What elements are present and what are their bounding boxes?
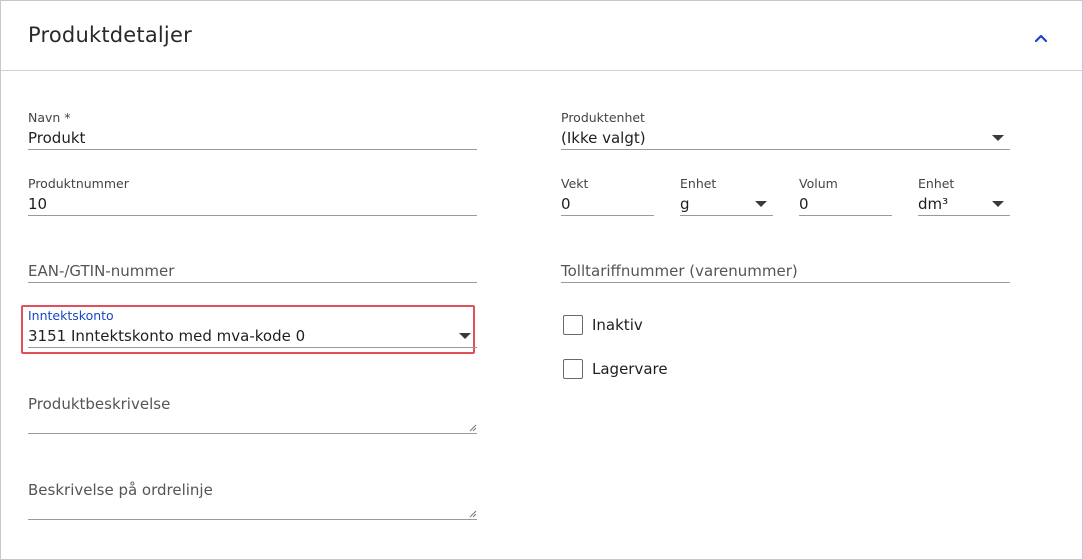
ordrelinje-field[interactable]: Beskrivelse på ordrelinje (28, 479, 477, 521)
volum-label: Volum (799, 176, 838, 191)
inntektskonto-select[interactable]: Inntektskonto 3151 Inntektskonto med mva… (28, 307, 477, 349)
volum-input[interactable]: 0 (799, 195, 809, 213)
dropdown-arrow-icon[interactable] (755, 201, 767, 207)
ordrelinje-underline (28, 519, 477, 520)
vekt-enhet-select[interactable]: Enhet g (680, 175, 773, 217)
produktbeskrivelse-textarea[interactable]: Produktbeskrivelse (28, 395, 170, 413)
dropdown-arrow-icon[interactable] (459, 333, 471, 339)
volum-field[interactable]: Volum 0 (799, 175, 892, 217)
ean-input[interactable]: EAN-/GTIN-nummer (28, 262, 174, 280)
panel-header: Produktdetaljer (1, 1, 1082, 71)
inntektskonto-value[interactable]: 3151 Inntektskonto med mva-kode 0 (28, 327, 305, 345)
collapse-button[interactable] (1030, 27, 1052, 49)
dropdown-arrow-icon[interactable] (992, 135, 1004, 141)
tolltariff-input[interactable]: Tolltariffnummer (varenummer) (561, 262, 798, 280)
vekt-enhet-underline (680, 215, 773, 216)
navn-underline (28, 149, 477, 150)
vekt-underline (561, 215, 654, 216)
product-details-panel: Produktdetaljer Navn * Produkt Produktnu… (0, 0, 1083, 560)
dropdown-arrow-icon[interactable] (992, 201, 1004, 207)
produktnummer-field[interactable]: Produktnummer 10 (28, 175, 477, 217)
inntektskonto-underline (28, 347, 477, 348)
inaktiv-label: Inaktiv (592, 316, 643, 334)
navn-field[interactable]: Navn * Produkt (28, 109, 477, 151)
vekt-label: Vekt (561, 176, 589, 191)
produktbeskrivelse-field[interactable]: Produktbeskrivelse (28, 393, 477, 435)
produktenhet-underline (561, 149, 1010, 150)
vekt-field[interactable]: Vekt 0 (561, 175, 654, 217)
vekt-enhet-value[interactable]: g (680, 195, 690, 213)
volum-enhet-underline (918, 215, 1010, 216)
volum-enhet-label: Enhet (918, 176, 955, 191)
tolltariff-underline (561, 282, 1010, 283)
volum-enhet-value[interactable]: dm³ (918, 195, 948, 213)
lagervare-checkbox[interactable] (563, 359, 583, 379)
volum-underline (799, 215, 892, 216)
produktnummer-label: Produktnummer (28, 176, 129, 191)
ean-underline (28, 282, 477, 283)
tolltariff-field[interactable]: Tolltariffnummer (varenummer) (561, 256, 1010, 284)
produktenhet-value[interactable]: (Ikke valgt) (561, 129, 646, 147)
navn-input[interactable]: Produkt (28, 129, 85, 147)
resize-handle-icon[interactable] (469, 424, 477, 432)
produktbeskrivelse-underline (28, 433, 477, 434)
lagervare-label: Lagervare (592, 360, 668, 378)
vekt-enhet-label: Enhet (680, 176, 717, 191)
chevron-up-icon (1034, 34, 1048, 43)
ean-field[interactable]: EAN-/GTIN-nummer (28, 256, 477, 284)
inntektskonto-label: Inntektskonto (28, 308, 114, 323)
volum-enhet-select[interactable]: Enhet dm³ (918, 175, 1010, 217)
produktenhet-label: Produktenhet (561, 110, 645, 125)
inaktiv-checkbox[interactable] (563, 315, 583, 335)
resize-handle-icon[interactable] (469, 510, 477, 518)
panel-title: Produktdetaljer (28, 23, 192, 47)
produktnummer-input[interactable]: 10 (28, 195, 47, 213)
vekt-input[interactable]: 0 (561, 195, 571, 213)
ordrelinje-textarea[interactable]: Beskrivelse på ordrelinje (28, 481, 213, 499)
navn-label: Navn * (28, 110, 71, 125)
produktenhet-select[interactable]: Produktenhet (Ikke valgt) (561, 109, 1010, 151)
produktnummer-underline (28, 215, 477, 216)
